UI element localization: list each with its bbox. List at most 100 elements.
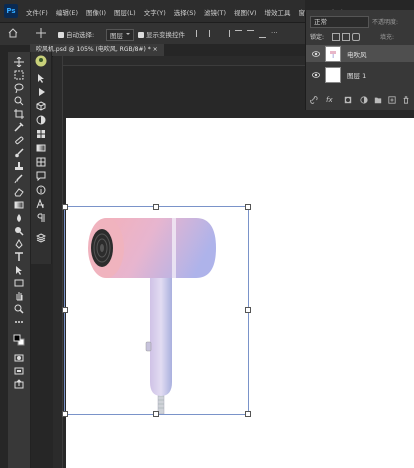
transform-handle-bottom-left[interactable] [62,411,68,417]
align-bottom-icon[interactable] [259,30,266,38]
color-swatch-icon[interactable] [12,332,26,348]
zoom-icon[interactable] [12,303,26,315]
align-left-icon[interactable] [196,30,204,37]
lasso-icon[interactable] [12,82,26,94]
transform-handle-left[interactable] [62,307,68,313]
transform-handle-bottom[interactable] [153,411,159,417]
move-tool-preset-icon[interactable] [36,28,46,38]
type-icon[interactable] [12,251,26,263]
rectangle-icon[interactable] [12,277,26,289]
menu-filter[interactable]: 滤镜(T) [204,7,226,17]
menu-plugins[interactable]: 增效工具 [265,7,291,17]
transform-handle-top[interactable] [153,204,159,210]
user-avatar-icon[interactable] [34,54,48,68]
fill-label: 填充: [380,34,395,41]
adjustments-icon[interactable] [34,114,48,126]
link-layers-icon[interactable] [310,96,318,104]
play-icon[interactable] [34,86,48,98]
layers-panel: 正常 不透明度: 锁定: 填充: 电吹风 图层 1 fx [305,10,414,110]
quickmask-icon[interactable] [12,352,26,364]
pen-icon[interactable] [12,238,26,250]
marquee-icon[interactable] [12,69,26,81]
share-icon[interactable] [12,378,26,390]
blend-mode-dropdown[interactable]: 正常 [310,16,369,28]
vertical-ruler [53,56,63,468]
dodge-icon[interactable] [12,225,26,237]
gradients-panel-icon[interactable] [34,142,48,154]
secondary-panel-strip [31,52,52,264]
new-layer-icon[interactable] [388,96,396,104]
menu-view[interactable]: 视图(V) [234,7,257,17]
auto-select-dropdown[interactable]: 图层 [106,29,134,41]
patterns-icon[interactable] [34,156,48,168]
paragraph-icon[interactable] [34,212,48,224]
auto-select-checkbox[interactable]: 自动选择: [58,29,94,39]
quick-select-icon[interactable] [12,95,26,107]
screenmode-icon[interactable] [12,365,26,377]
blur-icon[interactable] [12,212,26,224]
layers-panel-icon[interactable] [34,232,48,244]
menu-type[interactable]: 文字(Y) [144,7,166,17]
opacity-label: 不透明度: [372,19,399,26]
fx-button[interactable]: fx [326,96,333,104]
lock-all-icon[interactable] [352,33,360,41]
menu-edit[interactable]: 编辑(E) [56,7,78,17]
crop-icon[interactable] [12,108,26,120]
lock-pixels-icon[interactable] [332,33,340,41]
transform-handle-top-left[interactable] [62,204,68,210]
hand-icon[interactable] [12,290,26,302]
transform-controls-checkbox[interactable]: 显示变换控件 [138,29,185,39]
eraser-icon[interactable] [12,186,26,198]
healing-icon[interactable] [12,134,26,146]
menu-file[interactable]: 文件(F) [26,7,48,17]
brush-icon[interactable] [12,147,26,159]
align-middle-icon[interactable] [247,30,254,38]
eyedropper-icon[interactable] [12,121,26,133]
move-icon[interactable] [12,56,26,68]
transform-handle-top-right[interactable] [245,204,251,210]
visibility-eye-icon[interactable] [312,50,320,58]
menu-layer[interactable]: 图层(L) [114,7,136,17]
layer-thumbnail [325,45,341,62]
history-brush-icon[interactable] [12,173,26,185]
transform-handle-bottom-right[interactable] [245,411,251,417]
layer-row-1[interactable]: 图层 1 [306,66,414,83]
layer-row-dryer[interactable]: 电吹风 [306,45,414,62]
align-top-icon[interactable] [235,30,242,38]
comment-icon[interactable] [34,170,48,182]
3d-icon[interactable] [34,100,48,112]
adjustment-layer-icon[interactable] [360,96,368,104]
stamp-icon[interactable] [12,160,26,172]
close-tab-icon[interactable]: × [153,46,158,53]
lock-position-icon[interactable] [342,33,350,41]
delete-layer-icon[interactable] [402,96,410,104]
add-mask-icon[interactable] [344,96,352,104]
transform-handle-right[interactable] [245,307,251,313]
document-tab-title: 吹风机.psd @ 105% (电吹风, RGB/8#) * [36,46,151,53]
gradient-icon[interactable] [12,199,26,211]
path-select-icon[interactable] [12,264,26,276]
layer-thumbnail [325,66,341,83]
transform-controls-label: 显示变换控件 [146,31,185,39]
menu-image[interactable]: 图像(I) [86,7,106,17]
auto-select-label: 自动选择: [66,31,95,39]
info-icon[interactable] [34,184,48,196]
align-right-icon[interactable] [222,30,230,37]
layer-name: 电吹风 [347,50,367,59]
more-options-icon[interactable]: ··· [271,30,278,37]
menu-select[interactable]: 选择(S) [174,7,196,17]
align-center-icon[interactable] [209,30,217,37]
layer-name: 图层 1 [347,71,367,80]
new-group-icon[interactable] [374,96,382,104]
options-bar: 自动选择: 图层 显示变换控件 ··· [0,22,305,45]
more-icon[interactable] [12,316,26,328]
transform-bounding-box[interactable] [62,204,251,417]
lock-label: 锁定: [310,34,325,41]
photoshop-logo[interactable]: Ps [4,4,18,18]
visibility-eye-icon[interactable] [312,71,320,79]
home-icon[interactable] [8,28,18,38]
blend-row: 正常 不透明度: [306,16,414,28]
character-icon[interactable] [34,198,48,210]
swatches-icon[interactable] [34,128,48,140]
cursor-icon[interactable] [34,72,48,84]
